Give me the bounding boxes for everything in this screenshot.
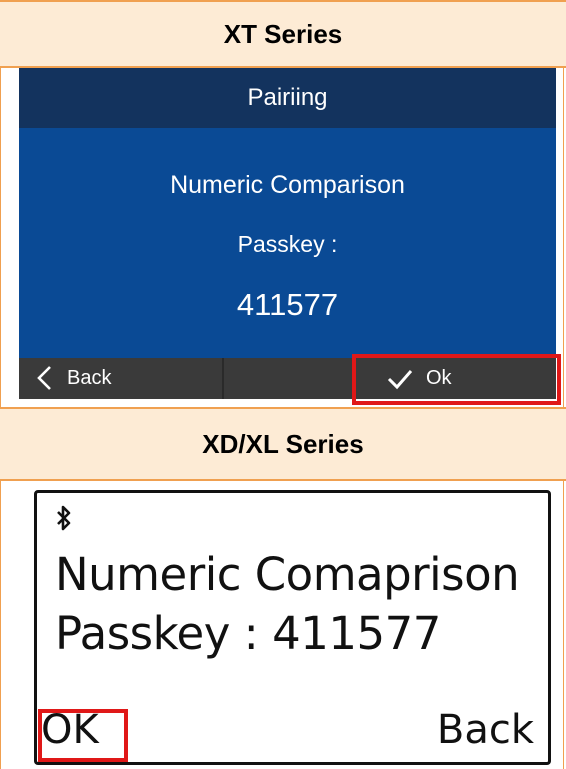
section-header-xdxl: XD/XL Series bbox=[0, 407, 566, 481]
passkey-line: Passkey : 411577 bbox=[55, 607, 441, 660]
passkey-label: Passkey : bbox=[237, 231, 338, 257]
pairing-method: Numeric Comaprison bbox=[55, 548, 520, 601]
back-button[interactable]: Back bbox=[19, 358, 224, 399]
back-softkey[interactable]: Back bbox=[437, 707, 534, 753]
pairing-method: Numeric Comparison bbox=[170, 171, 405, 199]
empty-softkey bbox=[224, 358, 356, 399]
ok-highlight bbox=[38, 709, 128, 762]
ok-highlight bbox=[352, 354, 561, 405]
back-label: Back bbox=[67, 367, 112, 389]
screen-title: Pairiing bbox=[19, 68, 556, 128]
screen-title-text: Pairiing bbox=[247, 84, 328, 111]
xt-screen: Pairiing Numeric Comparison Passkey : 41… bbox=[19, 68, 556, 399]
chevron-left-icon bbox=[37, 366, 51, 390]
section-header-xt: XT Series bbox=[0, 0, 566, 68]
section-title: XD/XL Series bbox=[202, 428, 364, 459]
passkey-value: 411577 bbox=[236, 287, 339, 322]
section-title: XT Series bbox=[223, 18, 343, 49]
bluetooth-icon bbox=[57, 505, 71, 531]
